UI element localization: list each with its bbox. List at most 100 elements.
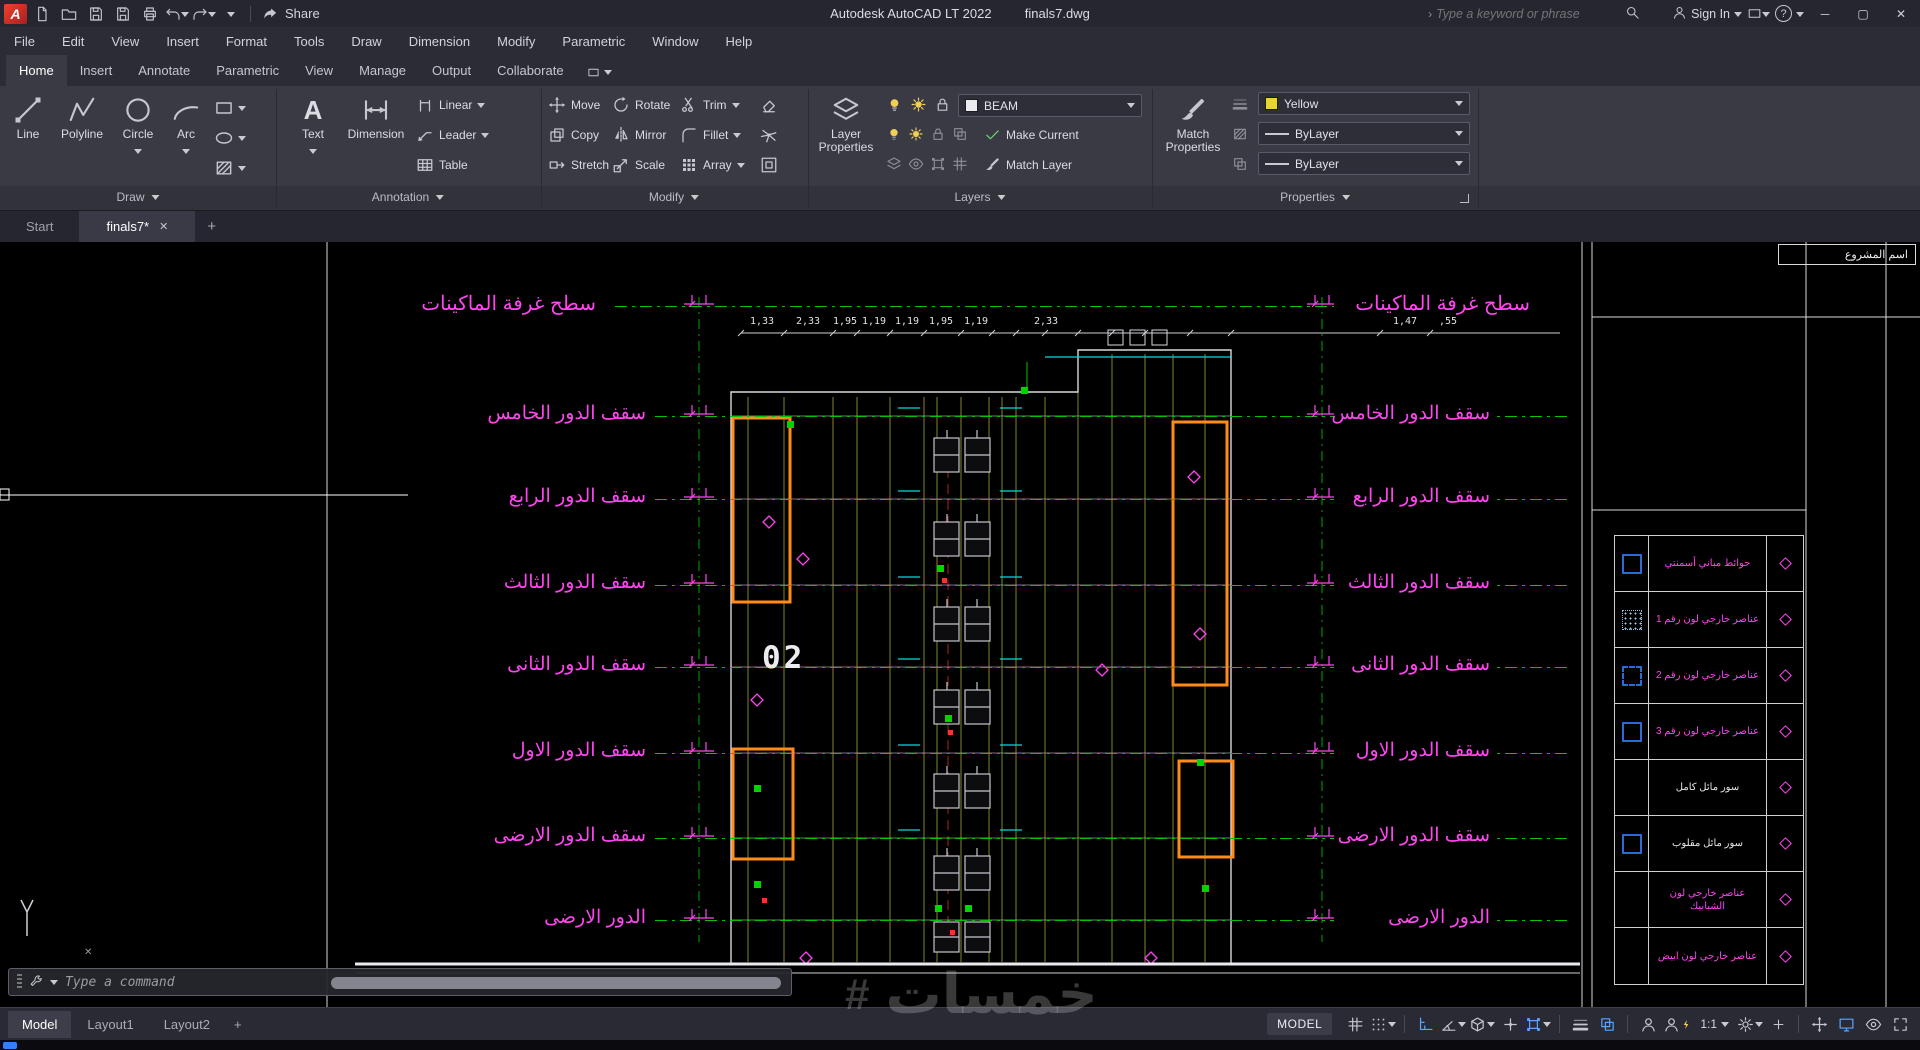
command-scrollbar-thumb[interactable] xyxy=(331,977,781,989)
layer-tool-icon[interactable] xyxy=(886,156,902,172)
annotation-autoscale-icon[interactable] xyxy=(1663,1011,1692,1037)
sign-in-button[interactable]: Sign In xyxy=(1691,7,1730,21)
ribbon-display-toggle[interactable] xyxy=(587,65,612,86)
help-caret-icon[interactable] xyxy=(1796,11,1804,21)
menu-draw[interactable]: Draw xyxy=(351,34,381,49)
isometric-drafting-icon[interactable] xyxy=(1469,1011,1496,1037)
lineweight-icon[interactable] xyxy=(1568,1011,1592,1037)
help-icon[interactable]: ? xyxy=(1775,5,1792,22)
ribbon-tab-manage[interactable]: Manage xyxy=(346,55,419,86)
layer-on-icon[interactable] xyxy=(886,96,903,113)
grid-display-icon[interactable] xyxy=(1343,1011,1367,1037)
plot-button[interactable] xyxy=(137,1,162,26)
search-field[interactable]: › xyxy=(1428,5,1668,23)
properties-panel-label[interactable]: Properties xyxy=(1280,190,1350,204)
ribbon-tab-collaborate[interactable]: Collaborate xyxy=(484,55,577,86)
minimize-button[interactable]: ─ xyxy=(1808,0,1842,27)
layout-tab-layout1[interactable]: Layout1 xyxy=(73,1011,147,1038)
maximize-button[interactable]: ▢ xyxy=(1846,0,1880,27)
move-button[interactable]: Move xyxy=(548,96,600,114)
snap-mode-icon[interactable] xyxy=(1370,1011,1397,1037)
share-label[interactable]: Share xyxy=(285,6,320,21)
ribbon-tab-output[interactable]: Output xyxy=(419,55,484,86)
new-drawing-tab-button[interactable]: + xyxy=(195,211,228,242)
graphics-performance-icon[interactable] xyxy=(1834,1011,1858,1037)
command-input[interactable]: Type a command xyxy=(65,975,175,990)
match-properties-button[interactable]: Match Properties xyxy=(1160,88,1226,184)
close-button[interactable]: ✕ xyxy=(1884,0,1918,27)
layers-panel-label[interactable]: Layers xyxy=(954,190,1006,204)
ortho-mode-icon[interactable] xyxy=(1413,1011,1437,1037)
properties-tool-icon[interactable] xyxy=(1232,126,1248,142)
menu-help[interactable]: Help xyxy=(726,34,753,49)
draw-panel-label[interactable]: Draw xyxy=(116,190,160,204)
layer-tool-icon[interactable] xyxy=(952,156,968,172)
file-tab-finals7[interactable]: finals7* ✕ xyxy=(80,211,196,242)
sign-in-caret-icon[interactable] xyxy=(1734,11,1742,21)
match-layer-button[interactable]: Match Layer xyxy=(984,156,1072,173)
ribbon-tab-insert[interactable]: Insert xyxy=(67,55,126,86)
menu-tools[interactable]: Tools xyxy=(294,34,324,49)
workspace-switching-icon[interactable] xyxy=(1737,1011,1763,1037)
array-button[interactable]: Array xyxy=(680,156,745,174)
menu-format[interactable]: Format xyxy=(226,34,267,49)
menu-view[interactable]: View xyxy=(111,34,139,49)
fillet-button[interactable]: Fillet xyxy=(680,126,742,144)
polyline-tool-button[interactable]: Polyline xyxy=(54,88,110,184)
ribbon-tab-view[interactable]: View xyxy=(292,55,346,86)
explode-button[interactable] xyxy=(760,126,778,144)
rotate-button[interactable]: Rotate xyxy=(612,96,670,114)
menu-edit[interactable]: Edit xyxy=(62,34,84,49)
text-tool-button[interactable]: A Text xyxy=(288,88,338,184)
annotation-scale-button[interactable]: 1:1 xyxy=(1695,1017,1734,1031)
command-customize-icon[interactable] xyxy=(29,975,43,989)
layer-properties-button[interactable]: Layer Properties xyxy=(814,88,878,184)
linetype-dropdown[interactable]: ByLayer xyxy=(1258,122,1470,145)
qat-customize-button[interactable] xyxy=(218,1,243,26)
circle-tool-button[interactable]: Circle xyxy=(114,88,162,184)
scale-button[interactable]: Scale xyxy=(612,156,665,174)
undo-button[interactable] xyxy=(164,1,189,26)
layout-tab-model[interactable]: Model xyxy=(8,1010,72,1038)
new-file-button[interactable] xyxy=(29,1,54,26)
mirror-button[interactable]: Mirror xyxy=(612,126,666,144)
make-current-button[interactable]: Make Current xyxy=(984,126,1079,143)
lineweight-dropdown[interactable]: ByLayer xyxy=(1258,152,1470,175)
rectangle-tool-button[interactable] xyxy=(214,98,246,118)
menu-window[interactable]: Window xyxy=(652,34,698,49)
layer-tool-icon[interactable] xyxy=(930,126,946,142)
model-space-button[interactable]: MODEL xyxy=(1267,1013,1333,1035)
object-snap-icon[interactable] xyxy=(1525,1011,1552,1037)
object-snap-tracking-icon[interactable] xyxy=(1498,1011,1522,1037)
arc-tool-button[interactable]: Arc xyxy=(166,88,206,184)
layer-tool-icon[interactable] xyxy=(908,156,924,172)
selection-cycling-icon[interactable] xyxy=(1595,1011,1619,1037)
polar-tracking-icon[interactable] xyxy=(1440,1011,1467,1037)
annotation-panel-label[interactable]: Annotation xyxy=(372,190,445,204)
ellipse-tool-button[interactable] xyxy=(214,128,246,148)
layer-lock-icon[interactable] xyxy=(934,96,951,113)
search-icon[interactable] xyxy=(1625,5,1640,23)
trim-button[interactable]: Trim xyxy=(680,96,740,114)
dialog-launcher-icon[interactable] xyxy=(1460,194,1469,203)
ribbon-tab-home[interactable]: Home xyxy=(6,55,67,86)
dimension-tool-button[interactable]: Dimension xyxy=(344,88,408,184)
save-as-button[interactable] xyxy=(110,1,135,26)
menu-modify[interactable]: Modify xyxy=(497,34,535,49)
apps-icon[interactable] xyxy=(1746,1,1771,26)
user-icon[interactable] xyxy=(1672,5,1687,23)
command-caret-icon[interactable] xyxy=(50,980,58,989)
modify-panel-label[interactable]: Modify xyxy=(649,190,700,204)
pan-icon[interactable] xyxy=(1807,1011,1831,1037)
menu-file[interactable]: File xyxy=(14,34,35,49)
hatch-tool-button[interactable] xyxy=(214,158,246,178)
new-layout-button[interactable]: + xyxy=(226,1011,250,1038)
command-grip[interactable] xyxy=(17,974,22,990)
layer-dropdown[interactable]: BEAM xyxy=(958,94,1142,117)
erase-button[interactable] xyxy=(760,96,778,114)
open-file-button[interactable] xyxy=(56,1,81,26)
layer-tool-icon[interactable] xyxy=(930,156,946,172)
menu-dimension[interactable]: Dimension xyxy=(409,34,470,49)
stretch-button[interactable]: Stretch xyxy=(548,156,609,174)
object-color-dropdown[interactable]: Yellow xyxy=(1258,92,1470,115)
